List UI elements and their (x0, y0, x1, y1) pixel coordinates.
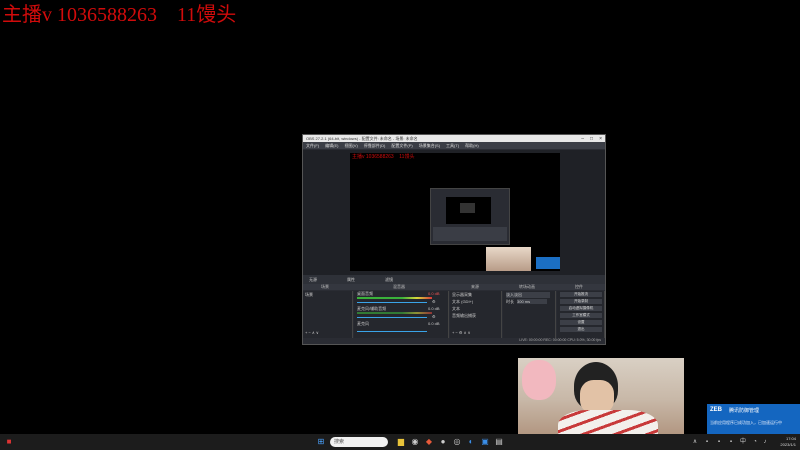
scenes-dock: 场景 + − ∧ ∨ (303, 291, 353, 338)
menu-file[interactable]: 文件(F) (306, 143, 319, 149)
dock-header-controls: 控件 (575, 284, 583, 289)
source-item[interactable]: 文本 (452, 306, 460, 312)
browser-icon[interactable]: ◆ (424, 437, 434, 447)
app-logo: ZEB (710, 407, 722, 413)
mixer-dock: 桌面音频 0.0 dB ⚙ 麦克风/辅助音频 0.0 dB ⚙ 麦克风 0.0 … (354, 291, 449, 338)
scene-toolbar: 无源 属性 滤镜 (303, 275, 605, 284)
mixer-track-name: 麦克风 (357, 321, 369, 326)
app-icon[interactable]: ■ (4, 437, 14, 447)
window-title: OBS 27.2.1 (64-bit, windows) - 配置文件: 未命名… (306, 135, 418, 141)
maximize-icon[interactable]: □ (590, 136, 593, 142)
nested-docks (433, 227, 507, 241)
obs-window[interactable]: OBS 27.2.1 (64-bit, windows) - 配置文件: 未命名… (302, 134, 606, 345)
sources-dock: 显示器采集 文本 (GDI+) 文本 音频输出捕获 + − ⚙ ∧ ∨ (450, 291, 502, 338)
no-source-label: 无源 (309, 276, 317, 282)
dock-headers: 场景 混音器 来源 转场动画 控件 (303, 284, 605, 290)
dock-header-scenes: 场景 (321, 284, 329, 289)
taskbar-app-icon[interactable]: ● (438, 437, 448, 447)
controls-dock: 开始推流 开始录制 启动虚拟摄像机 工作室模式 设置 退出 (557, 291, 605, 338)
nested-obs-capture (430, 188, 510, 245)
notification-toast[interactable]: ZEB 腾讯防御管理 当前应用程序已成功加入，已加速运行中 (707, 404, 800, 434)
scene-item[interactable]: 场景 (305, 292, 313, 298)
transition-select[interactable]: 淡入淡出 (506, 292, 550, 298)
person-face (580, 380, 614, 414)
start-icon[interactable]: ⊞ (316, 437, 326, 447)
menu-help[interactable]: 帮助(H) (465, 143, 479, 149)
source-item[interactable]: 显示器采集 (452, 292, 472, 298)
volume-icon[interactable]: ♪ (760, 437, 770, 447)
webcam-thumbnail (486, 247, 531, 271)
menu-bar: 文件(F) 编辑(E) 视图(V) 停靠部件(D) 配置文件(P) 场景集合(S… (303, 142, 605, 149)
gear-icon[interactable]: ⚙ (432, 314, 436, 319)
notification-thumbnail (536, 257, 560, 269)
menu-scene-collection[interactable]: 场景集合(S) (419, 143, 440, 149)
taskbar-app-icon[interactable]: ◉ (410, 437, 420, 447)
menu-profile[interactable]: 配置文件(P) (391, 143, 412, 149)
stream-overlay-title: 主播v 1036588263 11馒头 (2, 4, 237, 26)
tray-app-icon[interactable]: ▪ (726, 437, 736, 447)
taskbar-search-input[interactable]: 搜索 (330, 437, 388, 447)
preview-canvas[interactable]: 主播v 1036588263 11馒头 (350, 153, 560, 271)
transitions-dock: 淡入淡出 时长 300 ms (503, 291, 556, 338)
source-item[interactable]: 音频输出捕获 (452, 313, 476, 319)
nested-preview-inner (460, 203, 475, 213)
duration-label: 时长 (506, 299, 514, 304)
start-streaming-button[interactable]: 开始推流 (560, 292, 602, 297)
taskbar-app-icon[interactable]: ▣ (480, 437, 490, 447)
properties-button[interactable]: 属性 (347, 277, 355, 283)
mixer-track-db: 0.0 dB (428, 321, 440, 326)
audio-meter (357, 297, 432, 299)
plush-toy-image (522, 360, 556, 400)
start-virtual-camera-button[interactable]: 启动虚拟摄像机 (560, 306, 602, 311)
dock-header-sources: 来源 (471, 284, 479, 289)
minimize-icon[interactable]: – (581, 136, 584, 142)
preview-overlay-title: 主播v 1036588263 11馒头 (352, 154, 415, 160)
volume-slider[interactable] (357, 302, 427, 303)
gear-icon[interactable]: ⚙ (432, 299, 436, 304)
tray-chevron-icon[interactable]: ∧ (690, 437, 700, 447)
audio-meter (357, 312, 432, 314)
tray-app-icon[interactable]: ▪ (714, 437, 724, 447)
exit-button[interactable]: 退出 (560, 327, 602, 332)
mixer-track-db: 0.0 dB (428, 291, 440, 296)
notification-body: 当前应用程序已成功加入，已加速运行中 (710, 420, 782, 425)
dock-header-transitions: 转场动画 (519, 284, 535, 289)
obs-taskbar-icon[interactable]: ◎ (452, 437, 462, 447)
settings-button[interactable]: 设置 (560, 320, 602, 325)
notification-title: 腾讯防御管理 (729, 408, 760, 414)
taskbar-app-icon[interactable]: ▤ (494, 437, 504, 447)
mixer-track-db: 0.0 dB (428, 306, 440, 311)
dock-header-mixer: 混音器 (393, 284, 405, 289)
duration-input[interactable]: 300 ms (517, 299, 547, 304)
menu-docks[interactable]: 停靠部件(D) (364, 143, 386, 149)
filters-button[interactable]: 滤镜 (385, 277, 393, 283)
edge-icon[interactable]: ◐ (466, 437, 476, 447)
source-add-icon[interactable]: + − ⚙ ∧ ∨ (452, 330, 471, 335)
network-icon[interactable]: ◔ (750, 437, 760, 447)
preview-area[interactable]: 主播v 1036588263 11馒头 (303, 150, 605, 275)
menu-edit[interactable]: 编辑(E) (325, 143, 338, 149)
nested-preview (446, 197, 491, 224)
studio-mode-button[interactable]: 工作室模式 (560, 313, 602, 318)
menu-view[interactable]: 视图(V) (344, 143, 357, 149)
close-icon[interactable]: × (599, 136, 602, 142)
taskbar: ■ ⊞ 搜索 ▆ ◉ ◆ ● ◎ ◐ ▣ ▤ ∧ ▪ ▪ ▪ 中 ◔ ♪ 17:… (0, 434, 800, 450)
volume-slider[interactable] (357, 331, 427, 332)
scene-add-icon[interactable]: + − ∧ ∨ (305, 330, 319, 335)
system-clock[interactable]: 17:04 2023/1/1 (780, 436, 796, 448)
status-bar: LIVE: 00:00:00 REC: 00:00:00 CPU: 5.0%, … (303, 338, 605, 344)
menu-tools[interactable]: 工具(T) (446, 143, 459, 149)
clock-date: 2023/1/1 (780, 442, 796, 447)
obs-titlebar[interactable]: OBS 27.2.1 (64-bit, windows) - 配置文件: 未命名… (303, 135, 605, 142)
volume-slider[interactable] (357, 317, 427, 318)
source-item[interactable]: 文本 (GDI+) (452, 299, 473, 305)
start-recording-button[interactable]: 开始录制 (560, 299, 602, 304)
language-icon[interactable]: 中 (738, 437, 748, 447)
file-explorer-icon[interactable]: ▆ (396, 437, 406, 447)
tray-app-icon[interactable]: ▪ (702, 437, 712, 447)
